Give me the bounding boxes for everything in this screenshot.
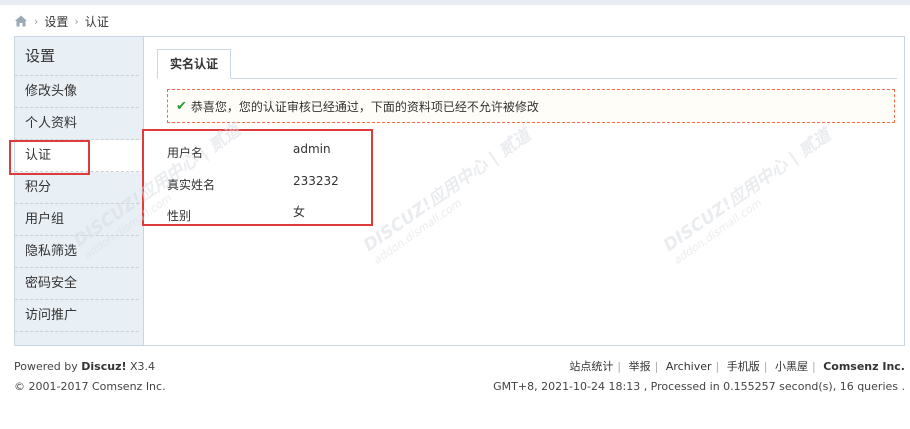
sidebar-item-avatar[interactable]: 修改头像 (15, 76, 139, 108)
sidebar: 设置 修改头像 个人资料 认证 积分 用户组 隐私筛选 密码安全 访问推广 (15, 37, 144, 345)
footer-link-report[interactable]: 举报 (629, 360, 651, 373)
top-bar (0, 0, 910, 5)
footer-stats: GMT+8, 2021-10-24 18:13 , Processed in 0… (493, 380, 905, 393)
notice-text: 恭喜您，您的认证审核已经通过，下面的资料项已经不允许被修改 (190, 99, 539, 114)
footer-links: 站点统计 | 举报 | Archiver | 手机版 | 小黑屋 | Comsenz In… (569, 360, 905, 373)
highlight-box-fields (142, 129, 373, 226)
footer-link-blacklist[interactable]: 小黑屋 (775, 360, 808, 373)
breadcrumb-settings[interactable]: 设置 (44, 13, 68, 30)
content-area: 实名认证 ✔ 恭喜您，您的认证审核已经通过，下面的资料项已经不允许被修改 用户名… (157, 49, 897, 223)
sidebar-item-profile[interactable]: 个人资料 (15, 108, 139, 140)
highlight-box-sidebar (9, 140, 90, 175)
sidebar-title: 设置 (15, 37, 139, 76)
sidebar-item-promotion[interactable]: 访问推广 (15, 300, 139, 332)
footer-link-company[interactable]: Comsenz Inc. (823, 360, 905, 373)
home-icon[interactable] (14, 14, 28, 28)
breadcrumb-separator: › (34, 14, 39, 28)
footer-right: 站点统计 | 举报 | Archiver | 手机版 | 小黑屋 | Comsenz In… (493, 357, 905, 397)
sidebar-item-usergroup[interactable]: 用户组 (15, 204, 139, 236)
sidebar-item-credits[interactable]: 积分 (15, 172, 139, 204)
sidebar-item-privacy[interactable]: 隐私筛选 (15, 236, 139, 268)
footer-left: Powered by Discuz! X3.4 © 2001-2017 Coms… (14, 357, 166, 397)
tab-realname-verify[interactable]: 实名认证 (157, 49, 232, 79)
breadcrumb-verify[interactable]: 认证 (85, 13, 109, 30)
tab-bar: 实名认证 (157, 49, 897, 79)
breadcrumb-separator: › (74, 14, 79, 28)
success-notice: ✔ 恭喜您，您的认证审核已经通过，下面的资料项已经不允许被修改 (167, 89, 895, 123)
discuz-link[interactable]: Discuz! (81, 360, 126, 373)
check-icon: ✔ (176, 98, 187, 114)
footer-link-mobile[interactable]: 手机版 (727, 360, 760, 373)
sidebar-item-password[interactable]: 密码安全 (15, 268, 139, 300)
copyright: © 2001-2017 Comsenz Inc. (14, 380, 166, 393)
footer-link-stats[interactable]: 站点统计 (569, 360, 613, 373)
powered-by: Powered by Discuz! X3.4 (14, 360, 156, 373)
footer-link-archiver[interactable]: Archiver (666, 360, 712, 373)
breadcrumb: › 设置 › 认证 (14, 12, 109, 30)
